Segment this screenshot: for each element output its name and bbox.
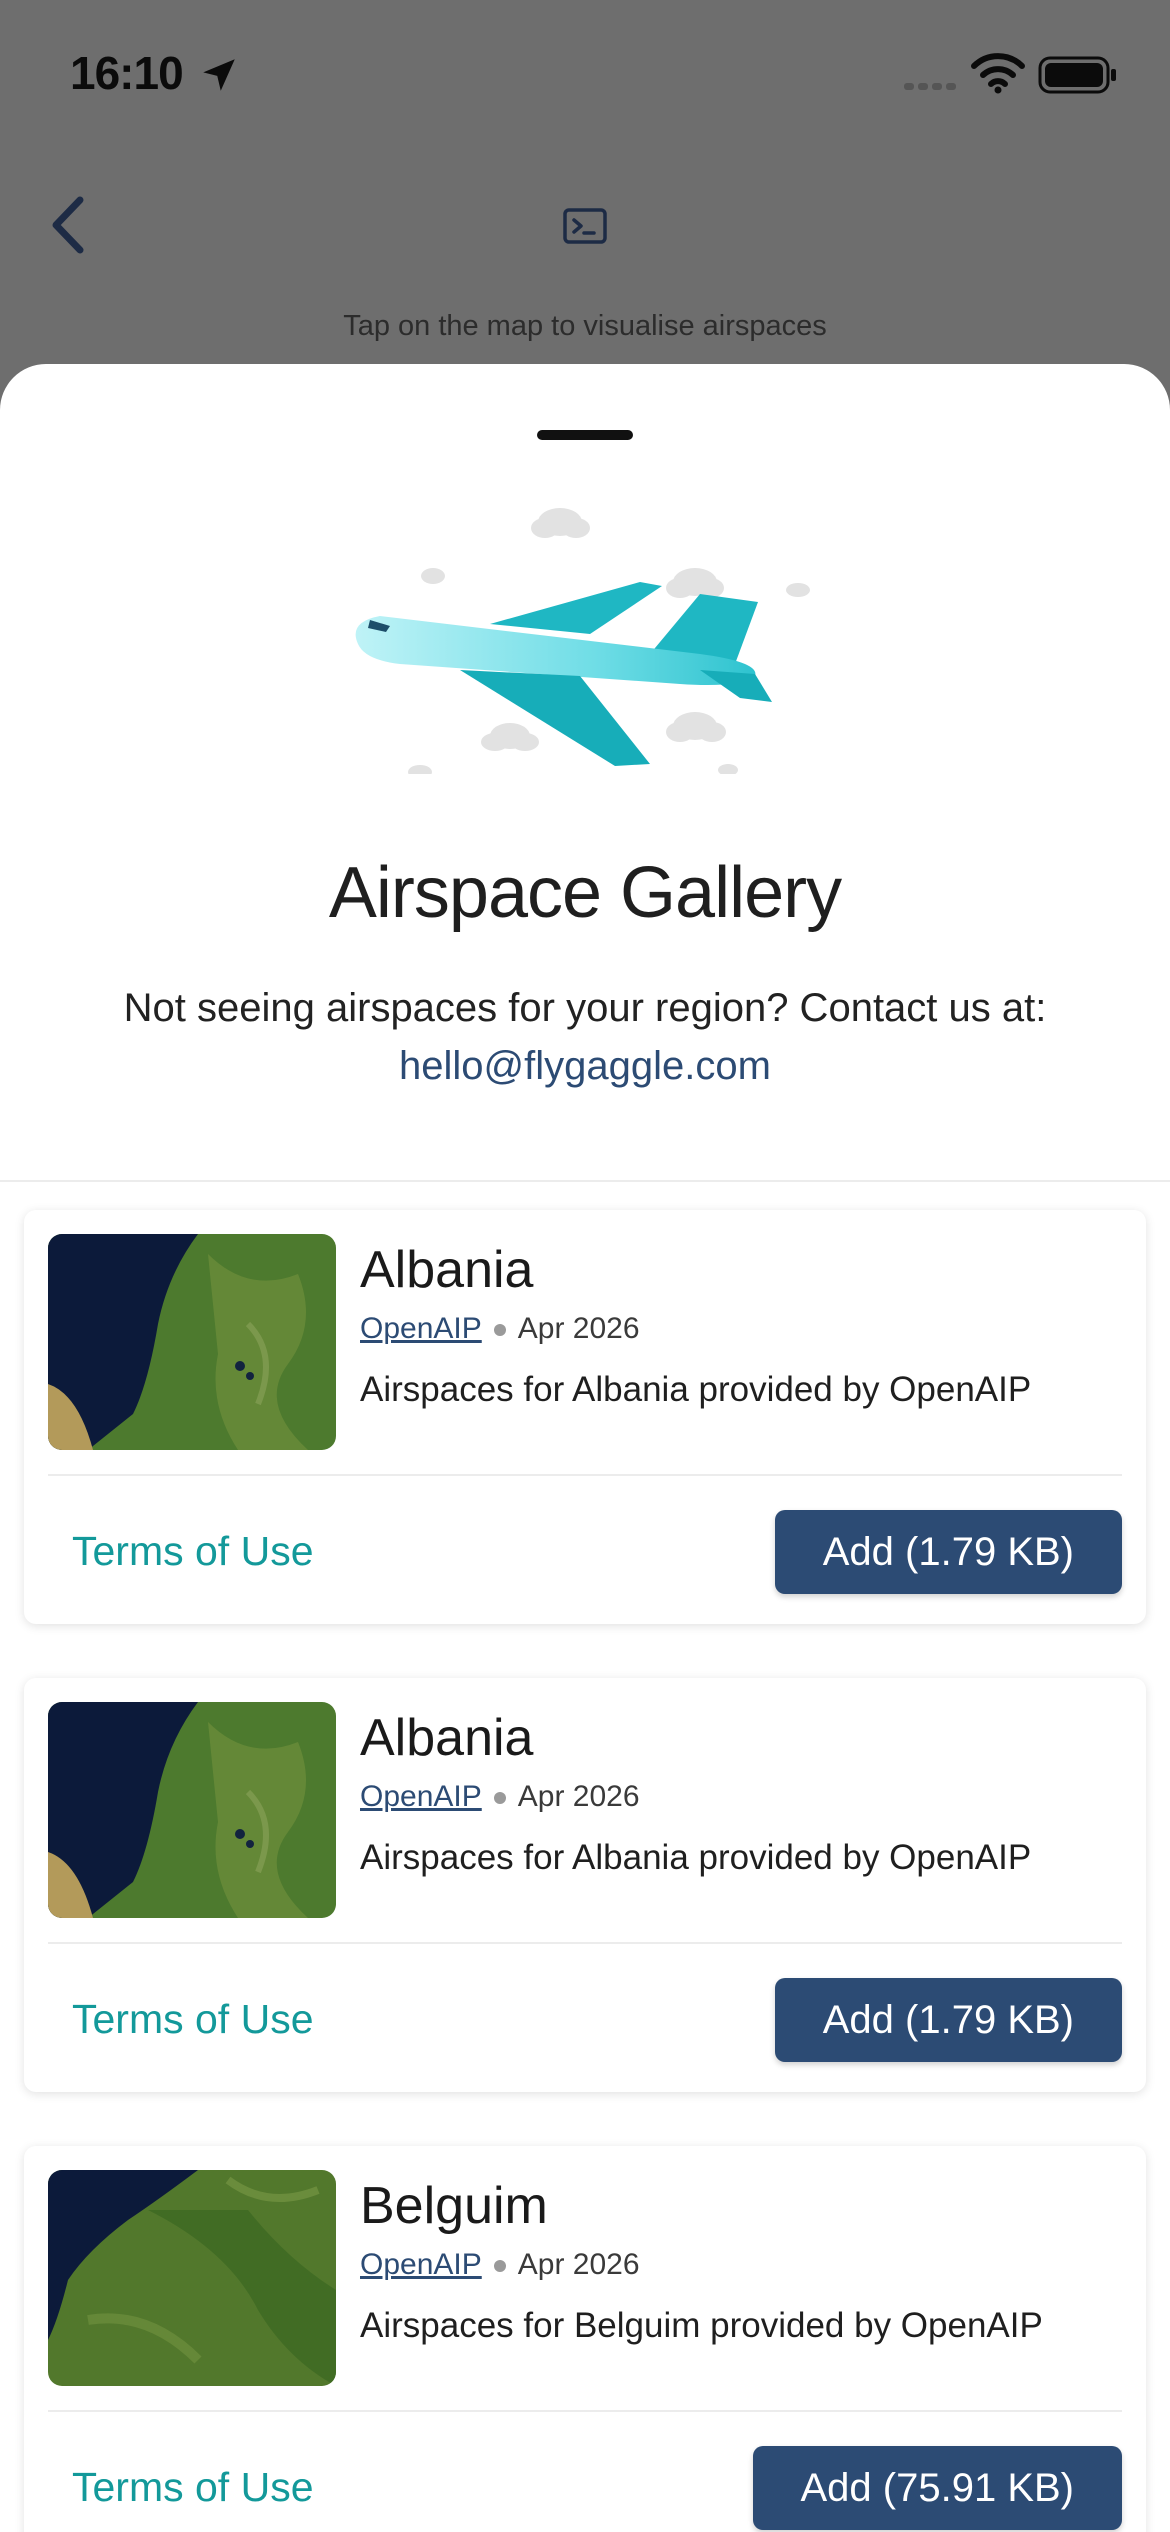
terms-of-use-link[interactable]: Terms of Use bbox=[72, 1996, 314, 2043]
item-title: Albania bbox=[360, 1709, 534, 1767]
terminal-icon[interactable] bbox=[562, 206, 608, 246]
sheet-grabber[interactable] bbox=[537, 430, 633, 440]
add-airspace-button[interactable]: Add (75.91 KB) bbox=[752, 2446, 1122, 2530]
map-hint-text: Tap on the map to visualise airspaces bbox=[343, 310, 827, 342]
location-arrow-icon bbox=[203, 59, 235, 91]
status-bar: 16:10 bbox=[0, 0, 1170, 150]
item-date: Apr 2026 bbox=[517, 1312, 640, 1345]
contact-email-link[interactable]: hello@flygaggle.com bbox=[0, 1044, 1170, 1089]
status-time: 16:10 bbox=[70, 47, 184, 99]
item-meta: OpenAIP Apr 2026 bbox=[360, 1780, 640, 1814]
gallery-subtitle: Not seeing airspaces for your region? Co… bbox=[123, 986, 1047, 1030]
terms-of-use-link[interactable]: Terms of Use bbox=[72, 2464, 314, 2511]
wifi-icon bbox=[971, 53, 1025, 94]
airspace-gallery-sheet: Airspace Gallery Not seeing airspaces fo… bbox=[0, 364, 1170, 2532]
item-date: Apr 2026 bbox=[517, 2248, 640, 2281]
item-title: Albania bbox=[360, 1241, 534, 1299]
separator-dot bbox=[493, 2260, 506, 2273]
source-link[interactable]: OpenAIP bbox=[360, 1312, 482, 1345]
card-divider bbox=[48, 2410, 1122, 2412]
region-thumbnail bbox=[48, 1702, 336, 1918]
add-airspace-button[interactable]: Add (1.79 KB) bbox=[774, 1510, 1122, 1594]
airplane-illustration bbox=[355, 508, 810, 774]
cellular-signal-icon bbox=[904, 83, 956, 90]
separator-dot bbox=[493, 1792, 506, 1805]
battery-icon bbox=[1038, 56, 1116, 94]
region-thumbnail bbox=[48, 2170, 336, 2386]
add-airspace-button[interactable]: Add (1.79 KB) bbox=[774, 1978, 1122, 2062]
item-description: Airspaces for Albania provided by OpenAI… bbox=[360, 1370, 1032, 1409]
source-link[interactable]: OpenAIP bbox=[360, 2248, 482, 2281]
separator-dot bbox=[493, 1324, 506, 1337]
divider bbox=[0, 1180, 1170, 1182]
item-description: Airspaces for Belguim provided by OpenAI… bbox=[360, 2306, 1043, 2345]
source-link[interactable]: OpenAIP bbox=[360, 1780, 482, 1813]
card-divider bbox=[48, 1942, 1122, 1944]
card-divider bbox=[48, 1474, 1122, 1476]
airspace-card: Albania OpenAIP Apr 2026 Airspaces for Al… bbox=[24, 1678, 1146, 2092]
region-thumbnail bbox=[48, 1234, 336, 1450]
terms-of-use-link[interactable]: Terms of Use bbox=[72, 1528, 314, 1575]
item-meta: OpenAIP Apr 2026 bbox=[360, 2248, 640, 2282]
gallery-title: Airspace Gallery bbox=[328, 853, 842, 933]
airspace-card: Albania OpenAIP Apr 2026 Airspaces for Al… bbox=[24, 1210, 1146, 1624]
airspace-card: Belguim OpenAIP Apr 2026 Airspaces for Be… bbox=[24, 2146, 1146, 2532]
back-chevron-icon[interactable] bbox=[40, 190, 100, 260]
item-description: Airspaces for Albania provided by OpenAI… bbox=[360, 1838, 1032, 1877]
item-meta: OpenAIP Apr 2026 bbox=[360, 1312, 640, 1346]
item-title: Belguim bbox=[360, 2177, 548, 2235]
app-screen: 16:10 Tap on the map to visualise airspa… bbox=[0, 0, 1170, 2532]
item-date: Apr 2026 bbox=[517, 1780, 640, 1813]
